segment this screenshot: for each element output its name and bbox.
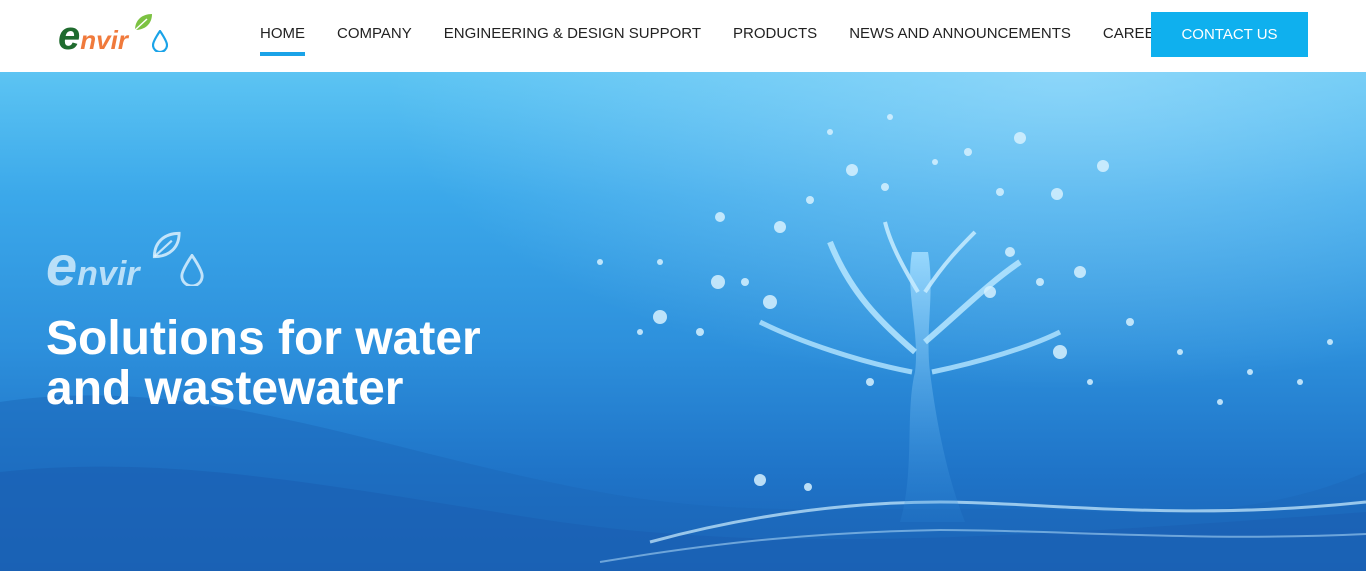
nav-products[interactable]: PRODUCTS bbox=[733, 22, 817, 46]
hero-title-line-2: and wastewater bbox=[46, 362, 404, 415]
water-drop-icon bbox=[180, 254, 204, 286]
nav-home[interactable]: HOME bbox=[260, 22, 305, 56]
contact-us-button[interactable]: CONTACT US bbox=[1151, 12, 1308, 57]
leaf-icon bbox=[134, 14, 152, 31]
site-logo[interactable]: envir bbox=[58, 10, 173, 58]
nav-news-and-announcements[interactable]: NEWS AND ANNOUNCEMENTS bbox=[849, 22, 1071, 46]
main-nav: HOME COMPANY ENGINEERING & DESIGN SUPPOR… bbox=[260, 22, 1165, 56]
water-drop-icon bbox=[152, 30, 168, 52]
hero-title-line-1: Solutions for water bbox=[46, 312, 481, 365]
nav-company[interactable]: COMPANY bbox=[337, 22, 412, 46]
leaf-icon bbox=[152, 231, 181, 259]
site-header: envir HOME COMPANY ENGINEERING & DESIGN … bbox=[0, 0, 1366, 72]
hero-logo: envir bbox=[46, 228, 211, 298]
nav-engineering-design-support[interactable]: ENGINEERING & DESIGN SUPPORT bbox=[444, 22, 701, 46]
logo-wordmark: envir bbox=[58, 14, 128, 58]
hero-logo-wordmark: envir bbox=[46, 234, 140, 297]
hero-banner: envir Solutions for water and wastewater bbox=[0, 72, 1366, 571]
hero-title: Solutions for water and wastewater bbox=[46, 314, 566, 414]
